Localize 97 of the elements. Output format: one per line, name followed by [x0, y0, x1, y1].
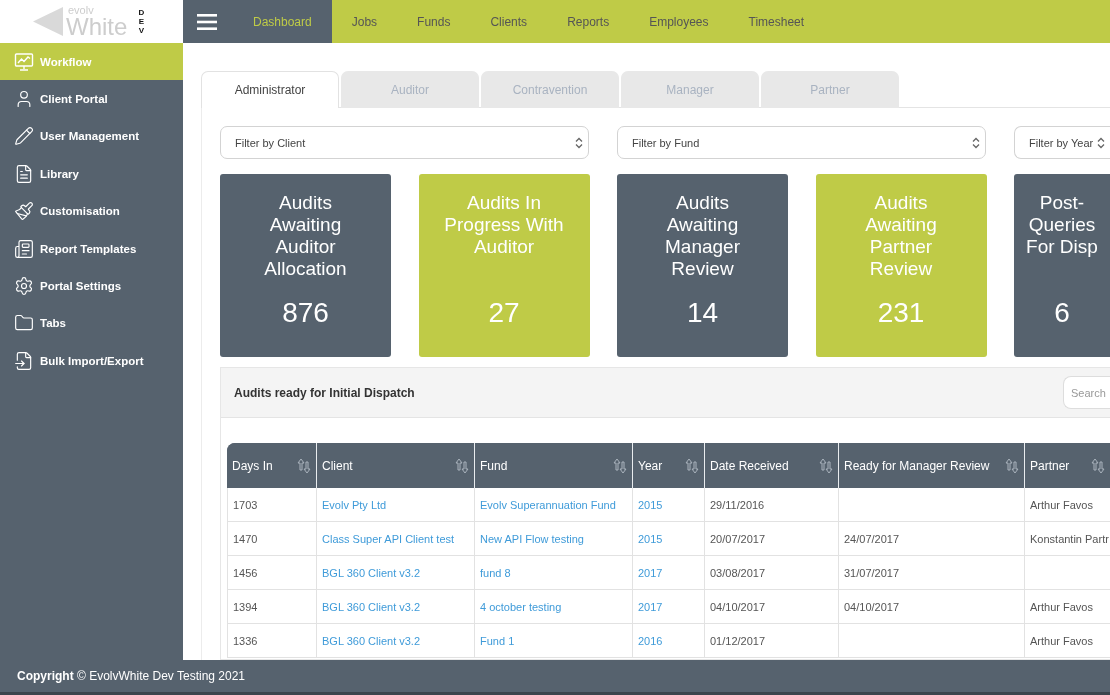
nav-link[interactable]: Dashboard: [233, 0, 332, 43]
stat-count: 231: [877, 296, 925, 330]
sidebar-item[interactable]: Report Templates: [0, 229, 183, 268]
table-link[interactable]: 4 october testing: [480, 600, 562, 613]
sort-icon[interactable]: [685, 457, 699, 474]
table-cell: 1336: [227, 624, 317, 658]
copyright-text: Copyright © EvolvWhite Dev Testing 2021: [17, 669, 246, 683]
filter-select[interactable]: Filter by Client: [220, 126, 589, 159]
table-link[interactable]: 2017: [638, 566, 663, 579]
column-header: Year: [638, 458, 663, 473]
nav-link[interactable]: Timesheet: [728, 0, 825, 43]
table-link[interactable]: fund 8: [480, 566, 511, 579]
nav-link[interactable]: Funds: [397, 0, 471, 43]
table-cell: 04/10/2017: [839, 590, 1025, 624]
logo-vertical-text: DEV: [137, 8, 146, 35]
column-header: Fund: [480, 458, 508, 473]
table-link[interactable]: BGL 360 Client v3.2: [322, 634, 421, 647]
stat-count: 876: [282, 296, 329, 330]
table-cell: 31/07/2017: [839, 556, 1025, 590]
stat-title: Post-Queries For Disp: [1025, 192, 1099, 259]
table-cell: 1394: [227, 590, 317, 624]
filter-select[interactable]: Filter by Year: [1014, 126, 1110, 159]
panel-title: Audits ready for Initial Dispatch: [234, 385, 415, 400]
table-link[interactable]: 2015: [638, 498, 663, 511]
table-link[interactable]: 2017: [638, 600, 663, 613]
table-link[interactable]: 2016: [638, 634, 663, 647]
column-header: Partner: [1030, 458, 1070, 473]
stat-title: Audits Awaiting Partner Review: [864, 192, 938, 280]
tab[interactable]: Partner: [761, 71, 899, 108]
table-link[interactable]: BGL 360 Client v3.2: [322, 566, 421, 579]
sidebar-item[interactable]: Portal Settings: [0, 267, 183, 305]
search-field[interactable]: Search: [1063, 376, 1110, 409]
nav-link[interactable]: Employees: [629, 0, 729, 43]
file-import-icon: [14, 350, 34, 371]
sort-icon[interactable]: [1005, 457, 1019, 474]
table-cell: 1456: [227, 556, 317, 590]
table-link[interactable]: Evolv Superannuation Fund: [480, 498, 616, 511]
table-cell: Arthur Favos: [1025, 624, 1110, 658]
monitor-chart-icon: [14, 51, 34, 72]
column-header: Ready for Manager Review: [844, 458, 990, 473]
stat-title: Audits In Progress With Auditor: [443, 192, 565, 259]
menu-icon[interactable]: [197, 13, 217, 30]
stat-title: Audits Awaiting Manager Review: [664, 192, 741, 280]
table-cell: 1703: [227, 488, 317, 522]
logo-triangle-icon: [33, 7, 63, 36]
sidebar-item[interactable]: Tabs: [0, 304, 183, 343]
sidebar-item[interactable]: Client Portal: [0, 80, 183, 118]
tab[interactable]: Contravention: [481, 71, 619, 108]
tab[interactable]: Administrator: [201, 71, 339, 108]
sort-icon[interactable]: [613, 457, 627, 474]
sidebar-item[interactable]: User Management: [0, 117, 183, 156]
stat-count: 6: [1054, 296, 1070, 330]
sidebar-item[interactable]: Workflow: [0, 43, 183, 81]
table-link[interactable]: 2015: [638, 532, 663, 545]
sidebar-item[interactable]: Bulk Import/Export: [0, 342, 183, 380]
table-link[interactable]: New API Flow testing: [480, 532, 584, 545]
table-cell: Arthur Favos: [1025, 590, 1110, 624]
newspaper-icon: [14, 238, 34, 259]
table-cell: 20/07/2017: [705, 522, 839, 556]
sort-icon[interactable]: [819, 457, 833, 474]
chevron-up-down-icon: [1097, 136, 1105, 149]
nav-link[interactable]: Jobs: [331, 0, 398, 43]
stat-title: Audits Awaiting Auditor Allocation: [263, 192, 348, 280]
table-link[interactable]: BGL 360 Client v3.2: [322, 600, 421, 613]
table-cell: 04/10/2017: [705, 590, 839, 624]
stat-count: 27: [488, 296, 520, 330]
table-link[interactable]: Class Super API Client test: [322, 532, 455, 545]
stat-count: 14: [686, 296, 719, 330]
brush-icon: [14, 201, 34, 222]
sidebar-item[interactable]: Customisation: [0, 192, 183, 230]
menu-button[interactable]: [183, 0, 233, 43]
column-header: Days In: [232, 458, 273, 473]
tab[interactable]: Manager: [621, 71, 759, 108]
sort-icon[interactable]: [297, 457, 311, 474]
table-cell: 24/07/2017: [839, 522, 1025, 556]
table-link[interactable]: Evolv Pty Ltd: [322, 498, 387, 511]
table-link[interactable]: Fund 1: [480, 634, 515, 647]
table-cell: 03/08/2017: [705, 556, 839, 590]
sidebar-item[interactable]: Library: [0, 155, 183, 193]
document-icon: [14, 163, 34, 184]
table-cell: Konstantin Partr: [1025, 522, 1110, 556]
filter-select[interactable]: Filter by Fund: [617, 126, 986, 159]
table-cell: Arthur Favos: [1025, 488, 1110, 522]
table-cell: 1470: [227, 522, 317, 556]
chevron-up-down-icon: [972, 136, 980, 149]
table-cell: 29/11/2016: [705, 488, 839, 522]
column-header: Client: [322, 458, 353, 473]
column-header: Date Received: [710, 458, 789, 473]
tab[interactable]: Auditor: [341, 71, 479, 108]
chevron-up-down-icon: [575, 136, 583, 149]
settings-icon: [14, 276, 34, 297]
nav-link[interactable]: Reports: [547, 0, 630, 43]
pencil-icon: [14, 126, 34, 147]
sort-icon[interactable]: [455, 457, 469, 474]
nav-link[interactable]: Clients: [470, 0, 548, 43]
sort-icon[interactable]: [1091, 457, 1105, 474]
table-cell: 01/12/2017: [705, 624, 839, 658]
